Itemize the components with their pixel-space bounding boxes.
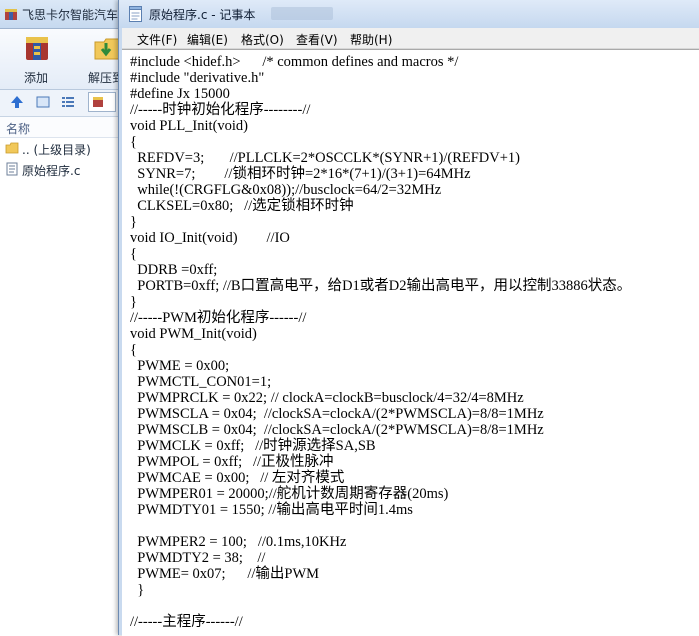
code-line: PWMDTY01 = 1550; //输出高电平时间1.4ms <box>130 502 413 518</box>
notepad-icon <box>129 6 142 22</box>
code-line: #include "derivative.h" <box>130 70 265 86</box>
text-editor[interactable]: #include <hidef.h> /* common defines and… <box>122 49 699 636</box>
code-line: SYNR=7; //锁相环时钟=2*16*(7+1)/(3+1)=64MHz <box>130 166 471 182</box>
code-line: { <box>130 134 137 150</box>
code-line: PWMPER01 = 20000;//舵机计数周期寄存器(20ms) <box>130 486 449 502</box>
code-line: PWMDTY2 = 38; // <box>130 550 266 566</box>
menu-view[interactable]: 查看(V) <box>294 31 340 48</box>
view-large-icon[interactable] <box>35 94 51 110</box>
code-line: PWMCTL_CON01=1; <box>130 374 272 390</box>
code-line: { <box>130 342 137 358</box>
code-line: void PWM_Init(void) <box>130 326 257 342</box>
address-bar-icon[interactable] <box>88 92 116 112</box>
add-button-label: 添加 <box>23 71 48 85</box>
notepad-window: 原始程序.c - 记事本 文件(F) 编辑(E) 格式(O) 查看(V) 帮助(… <box>118 0 699 636</box>
code-line: //-----时钟初始化程序--------// <box>130 102 311 118</box>
code-line: //-----PWM初始化程序------// <box>130 310 307 326</box>
code-line: PWMSCLA = 0x04; //clockSA=clockA/(2*PWMS… <box>130 406 544 422</box>
archive-app-icon <box>5 9 17 20</box>
up-arrow-icon[interactable] <box>9 94 25 110</box>
code-line: PWME = 0x00; <box>130 358 230 374</box>
code-line: CLKSEL=0x80; //选定锁相环时钟 <box>130 198 354 214</box>
menu-format[interactable]: 格式(O) <box>239 31 286 48</box>
menu-help[interactable]: 帮助(H) <box>348 31 394 48</box>
menu-file[interactable]: 文件(F) <box>135 31 179 48</box>
code-line: { <box>130 246 137 262</box>
folder-up-icon <box>5 142 19 154</box>
text-file-icon <box>6 162 18 176</box>
explorer-title: 飞思卡尔智能汽车 <box>22 8 119 22</box>
code-line: //-----主程序------// <box>130 614 243 630</box>
list-item-label: .. (上级目录) <box>22 143 91 157</box>
code-line: #define Jx 15000 <box>130 86 230 102</box>
code-line: PWMCAE = 0x00; // 左对齐模式 <box>130 470 345 486</box>
code-line: DDRB =0xff; <box>130 262 218 278</box>
list-item-label: 原始程序.c <box>22 164 81 178</box>
code-line: void IO_Init(void) //IO <box>130 230 290 246</box>
menu-bar: 文件(F) 编辑(E) 格式(O) 查看(V) 帮助(H) <box>122 28 699 49</box>
column-header-name-label: 名称 <box>6 122 31 136</box>
code-line: #include <hidef.h> /* common defines and… <box>130 54 459 70</box>
archive-add-icon <box>26 37 48 60</box>
code-line: PWMPER2 = 100; //0.1ms,10KHz <box>130 534 347 550</box>
code-line: PWME= 0x07; //输出PWM <box>130 566 320 582</box>
code-line: PWMCLK = 0xff; //时钟源选择SA,SB <box>130 438 376 454</box>
code-line: PWMSCLB = 0x04; //clockSA=clockA/(2*PWMS… <box>130 422 544 438</box>
code-line: } <box>130 294 137 310</box>
code-line: } <box>130 582 145 598</box>
view-list-icon[interactable] <box>60 94 76 110</box>
code-line: void PLL_Init(void) <box>130 118 249 134</box>
code-line: PORTB=0xff; //B口置高电平，给D1或者D2输出高电平，用以控制33… <box>130 278 632 294</box>
code-line: while(!(CRGFLG&0x08));//busclock=64/2=32… <box>130 182 442 198</box>
code-line: REFDV=3; //PLLCLK=2*OSCCLK*(SYNR+1)/(REF… <box>130 150 520 166</box>
menu-edit[interactable]: 编辑(E) <box>185 31 230 48</box>
notepad-titlebar[interactable]: 原始程序.c - 记事本 <box>119 0 699 28</box>
code-line: PWMPRCLK = 0x22; // clockA=clockB=busclo… <box>130 390 524 406</box>
title-glow <box>271 7 333 20</box>
code-line: } <box>130 214 137 230</box>
code-line: PWMPOL = 0xff; //正极性脉冲 <box>130 454 334 470</box>
add-button[interactable]: 添加 <box>10 29 62 89</box>
window-title: 原始程序.c - 记事本 <box>149 8 256 22</box>
